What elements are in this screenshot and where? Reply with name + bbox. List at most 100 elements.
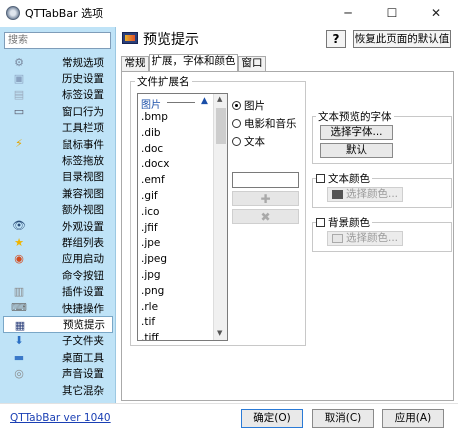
sidebar-item-label: 插件设置 [62,286,104,299]
vertical-scrollbar[interactable]: ▲ ▼ [213,94,227,340]
star-icon: ★ [14,235,24,249]
list-item[interactable]: .png [141,285,164,297]
sidebar-item-label: 快捷操作 [62,302,104,315]
choose-bg-color-button[interactable]: 选择颜色... [327,231,403,246]
sidebar-item-label: 预览提示 [63,318,105,331]
sidebar-item[interactable]: ⬇ 子文件夹 [0,333,116,349]
preview-icon [122,32,138,44]
scroll-down-icon[interactable]: ▼ [217,329,222,337]
window-title: QTTabBar 选项 [25,7,104,20]
sidebar-item[interactable]: 额外视图 [0,202,116,218]
list-item[interactable]: .jpeg [141,253,167,265]
color-swatch [331,190,343,199]
sidebar-item[interactable]: ⚙ 常规选项 [0,54,116,70]
misc-icon [11,383,27,397]
close-button[interactable]: ✕ [414,0,458,26]
list-item[interactable]: .jpe [141,237,160,249]
extension-list[interactable]: 图片 ▲ .bmp .dib .doc .docx .emf .gif .ico .jfif.… [137,93,228,341]
sidebar-item[interactable]: 👁 外观设置 [0,218,116,234]
sidebar-item-label: 常规选项 [62,56,104,69]
list-item[interactable]: .ico [141,206,159,218]
list-item[interactable]: .doc [141,143,163,155]
add-icon: ✚ [260,191,271,206]
delete-extension-button[interactable]: ✖ [232,209,299,224]
default-font-button[interactable]: 默认 [320,143,393,158]
sidebar-item[interactable]: ▤ 标签设置 [0,87,116,103]
app-icon [6,6,20,20]
search-input[interactable] [4,32,111,49]
ext-group-label: 文件扩展名 [135,74,192,89]
page-title: 预览提示 [143,32,199,48]
list-item[interactable]: .jfif [141,222,158,234]
sidebar-item[interactable]: ▦ 预览提示 [3,316,113,333]
cancel-button[interactable]: 取消(C) [312,409,374,428]
sidebar-item[interactable]: ◎ 声音设置 [0,365,116,381]
version-link[interactable]: QTTabBar ver 1040 [10,412,111,424]
tab-window[interactable]: 窗口 [238,56,266,71]
radio-dot[interactable] [232,101,241,110]
sidebar-item-label: 窗口行为 [62,105,104,118]
minimize-button[interactable]: ─ [326,0,370,26]
list-item[interactable]: .tiff [141,332,159,340]
sidebar-item[interactable]: 标签拖放 [0,152,116,168]
sidebar-item-label: 兼容视图 [62,187,104,200]
sidebar-item[interactable]: ▬ 桌面工具 [0,349,116,365]
text-color-checkbox[interactable]: 文本颜色 [316,171,372,186]
scroll-up-icon[interactable]: ▲ [217,95,222,103]
chevron-up-icon[interactable]: ▲ [201,96,208,106]
choose-text-color-button[interactable]: 选择颜色... [327,187,403,202]
help-button[interactable]: ? [326,30,346,48]
list-item[interactable]: .rle [141,301,158,313]
list-item[interactable]: .emf [141,174,165,186]
sidebar-item[interactable]: ⌨ 快捷操作 [0,300,116,316]
list-item[interactable]: .gif [141,190,158,202]
choose-font-button[interactable]: 选择字体... [320,125,393,140]
list-group-header[interactable]: 图片 ▲ [141,96,213,111]
ok-button[interactable]: 确定(O) [241,409,303,428]
list-item[interactable]: .docx [141,158,169,170]
title-bar: QTTabBar 选项 ─ ☐ ✕ [0,0,458,26]
tab-panel: 文件扩展名 图片 ▲ .bmp .dib .doc .docx .emf .gif .ico… [121,71,454,401]
subfolder-icon: ⬇ [14,334,24,348]
list-group-label: 图片 [141,100,161,111]
sidebar-item[interactable]: ★ 群组列表 [0,234,116,250]
bg-color-checkbox[interactable]: 背景颜色 [316,215,372,230]
sidebar-item[interactable]: 其它混杂 [0,382,116,398]
checkbox-label: 背景颜色 [328,217,370,229]
maximize-button[interactable]: ☐ [370,0,414,26]
sidebar-item-label: 声音设置 [62,368,104,381]
radio-dot[interactable] [232,119,241,128]
list-item[interactable]: .tif [141,316,155,328]
scroll-thumb[interactable] [216,108,226,144]
sidebar-item[interactable]: ▣ 历史设置 [0,70,116,86]
radio-dot[interactable] [232,137,241,146]
button-label: 选择颜色... [345,188,398,200]
sidebar-item-label: 外观设置 [62,220,104,233]
list-item[interactable]: .bmp [141,111,168,123]
list-item[interactable]: .jpg [141,269,161,281]
radio-text[interactable]: 文本 [232,134,265,149]
footer: QTTabBar ver 1040 确定(O) 取消(C) 应用(A) [0,403,458,432]
radio-images[interactable]: 图片 [232,98,265,113]
delete-icon: ✖ [260,209,271,224]
sidebar-item[interactable]: ▥ 插件设置 [0,283,116,299]
list-item[interactable]: .dib [141,127,161,139]
sidebar-item[interactable]: 工具栏项 [0,120,116,136]
sidebar-item[interactable]: 兼容视图 [0,185,116,201]
sidebar-item-label: 群组列表 [62,236,104,249]
toolbar-icon [11,121,27,135]
sidebar-item[interactable]: 目录视图 [0,169,116,185]
sidebar-item[interactable]: 命令按钮 [0,267,116,283]
tab-extensions-fonts-colors[interactable]: 扩展，字体和颜色 [149,54,238,71]
checkbox-box[interactable] [316,174,325,183]
sidebar-item[interactable]: ⚡ 鼠标事件 [0,136,116,152]
reset-defaults-button[interactable]: 恢复此页面的默认值 [353,30,451,48]
checkbox-box[interactable] [316,218,325,227]
sidebar-item[interactable]: ▭ 窗口行为 [0,103,116,119]
tab-general[interactable]: 常规 [121,56,149,71]
sidebar-item[interactable]: ◉ 应用启动 [0,251,116,267]
apply-button[interactable]: 应用(A) [382,409,444,428]
radio-movies-music[interactable]: 电影和音乐 [232,116,297,131]
add-extension-button[interactable]: ✚ [232,191,299,206]
extension-input[interactable] [232,172,299,188]
